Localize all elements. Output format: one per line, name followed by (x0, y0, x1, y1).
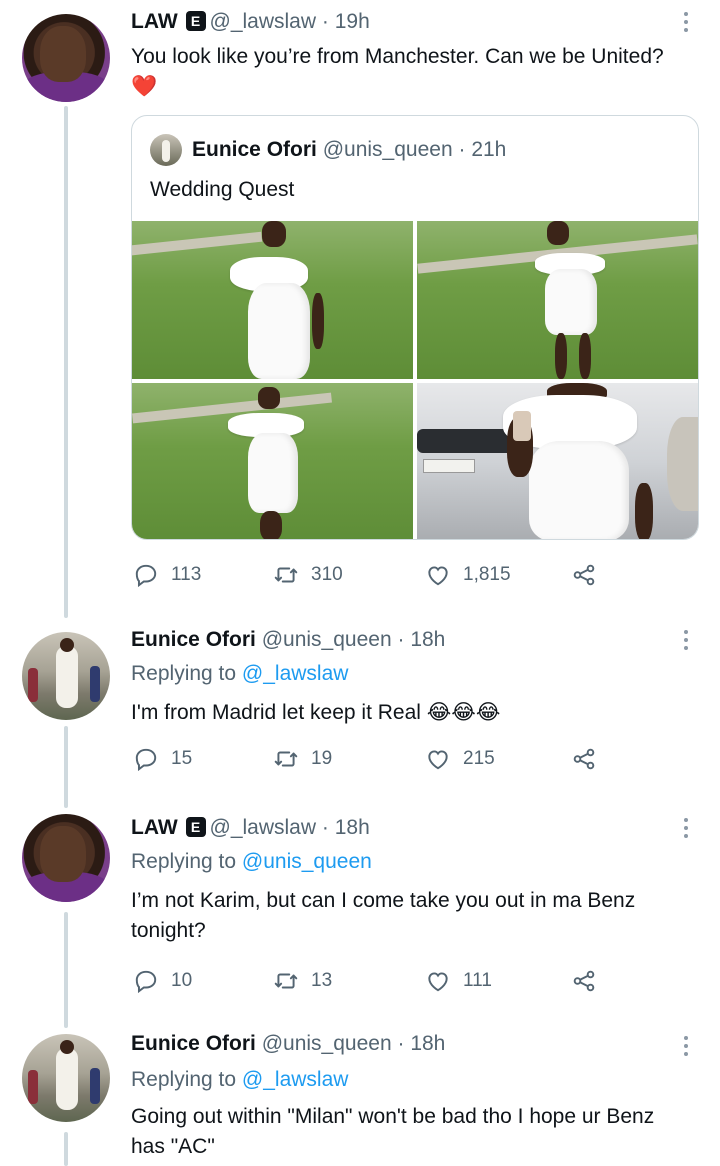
replying-to: Replying to @unis_queen (131, 848, 372, 876)
retweet-button[interactable]: 310 (273, 560, 343, 590)
username: @unis_queen (322, 138, 453, 161)
share-icon (573, 748, 595, 770)
quoted-tweet-text: Wedding Quest (150, 178, 295, 201)
replying-label: Replying to (131, 850, 237, 873)
reply-icon (135, 564, 157, 588)
share-icon (573, 564, 595, 586)
verified-badge-icon: E (185, 11, 206, 31)
username[interactable]: @unis_queen (262, 628, 392, 651)
username[interactable]: @unis_queen (262, 1032, 392, 1055)
avatar[interactable] (22, 814, 110, 902)
display-name[interactable]: Eunice Ofori (131, 1032, 256, 1055)
like-count: 111 (463, 970, 492, 991)
timestamp[interactable]: 19h (335, 10, 370, 33)
username[interactable]: @_lawslaw (210, 816, 317, 839)
reply-button[interactable]: 15 (133, 744, 192, 774)
timestamp[interactable]: 18h (335, 816, 370, 839)
tweet-text: I’m not Karim, but can I come take you o… (131, 889, 636, 942)
avatar[interactable] (22, 1034, 110, 1122)
reply-button[interactable]: 10 (133, 966, 192, 996)
retweet-button[interactable]: 13 (273, 966, 332, 996)
retweet-count: 310 (311, 564, 343, 585)
tweet[interactable]: Eunice Ofori @unis_queen · 18h Replying … (0, 618, 720, 802)
display-name[interactable]: LAW (131, 10, 178, 33)
tweet-actions: 113 310 1,815 (131, 560, 601, 590)
heart-icon (428, 972, 448, 992)
quoted-tweet-header: Eunice Ofori @unis_queen · 21h (192, 136, 506, 164)
retweet-count: 13 (311, 970, 333, 991)
tweet-header: LAW E @_lawslaw · 19h (131, 8, 370, 36)
quoted-tweet[interactable]: Eunice Ofori @unis_queen · 21h Wedding Q… (131, 115, 699, 540)
more-vertical-icon[interactable] (676, 1032, 696, 1056)
username[interactable]: @_lawslaw (210, 10, 317, 33)
retweet-button[interactable]: 19 (273, 744, 332, 774)
separator: · (321, 10, 329, 33)
reply-button[interactable]: 113 (133, 560, 201, 590)
photo[interactable] (417, 383, 698, 539)
heart-icon (428, 566, 448, 586)
mention-link[interactable]: @_lawslaw (242, 662, 349, 685)
reply-count: 15 (171, 748, 193, 769)
reply-icon (135, 970, 157, 994)
tweet-text: You look like you’re from Manchester. Ca… (131, 45, 664, 98)
tweet[interactable]: LAW E @_lawslaw · 18h Replying to @unis_q… (0, 808, 720, 1022)
separator: · (458, 138, 466, 161)
replying-label: Replying to (131, 662, 237, 685)
heart-icon (428, 750, 448, 770)
replying-to: Replying to @_lawslaw (131, 1066, 348, 1094)
reply-icon (135, 748, 157, 772)
retweet-icon (274, 567, 298, 583)
more-vertical-icon[interactable] (676, 8, 696, 32)
photo[interactable] (132, 383, 413, 539)
more-vertical-icon[interactable] (676, 814, 696, 838)
photo[interactable] (132, 221, 413, 379)
timestamp[interactable]: 18h (410, 628, 445, 651)
share-button[interactable] (571, 560, 609, 590)
more-vertical-icon[interactable] (676, 626, 696, 650)
avatar (150, 134, 182, 166)
retweet-icon (274, 751, 298, 767)
tweet[interactable]: Eunice Ofori @unis_queen · 18h Replying … (0, 1028, 720, 1166)
like-count: 1,815 (463, 564, 511, 585)
replying-to: Replying to @_lawslaw (131, 660, 348, 688)
tweet-actions: 10 13 111 (131, 966, 601, 996)
tweet-header: Eunice Ofori @unis_queen · 18h (131, 626, 445, 654)
separator: · (397, 1032, 405, 1055)
retweet-count: 19 (311, 748, 333, 769)
tweet-actions: 15 19 215 (131, 744, 601, 774)
tweet-header: LAW E @_lawslaw · 18h (131, 814, 370, 842)
timestamp: 21h (471, 138, 507, 161)
avatar[interactable] (22, 632, 110, 720)
photo-grid (132, 221, 698, 539)
like-button[interactable]: 111 (425, 966, 492, 996)
tweet-text: I'm from Madrid let keep it Real 😂😂😂 (131, 701, 501, 724)
like-button[interactable]: 1,815 (425, 560, 511, 590)
display-name: Eunice Ofori (192, 138, 317, 161)
tweet[interactable]: LAW E @_lawslaw · 19h You look like you’r… (0, 0, 720, 610)
share-icon (573, 970, 595, 992)
share-button[interactable] (571, 744, 609, 774)
avatar[interactable] (22, 14, 110, 102)
reply-count: 113 (171, 564, 202, 585)
reply-count: 10 (171, 970, 193, 991)
mention-link[interactable]: @_lawslaw (242, 1068, 349, 1091)
like-button[interactable]: 215 (425, 744, 495, 774)
display-name[interactable]: LAW (131, 816, 178, 839)
tweet-header: Eunice Ofori @unis_queen · 18h (131, 1030, 445, 1058)
tweet-text: Going out within "Milan" won't be bad th… (131, 1105, 655, 1158)
replying-label: Replying to (131, 1068, 237, 1091)
photo[interactable] (417, 221, 698, 379)
separator: · (321, 816, 329, 839)
timestamp[interactable]: 18h (410, 1032, 445, 1055)
like-count: 215 (463, 748, 495, 769)
separator: · (397, 628, 405, 651)
display-name[interactable]: Eunice Ofori (131, 628, 256, 651)
share-button[interactable] (571, 966, 609, 996)
retweet-icon (274, 973, 298, 989)
mention-link[interactable]: @unis_queen (242, 850, 372, 873)
verified-badge-icon: E (185, 817, 206, 837)
